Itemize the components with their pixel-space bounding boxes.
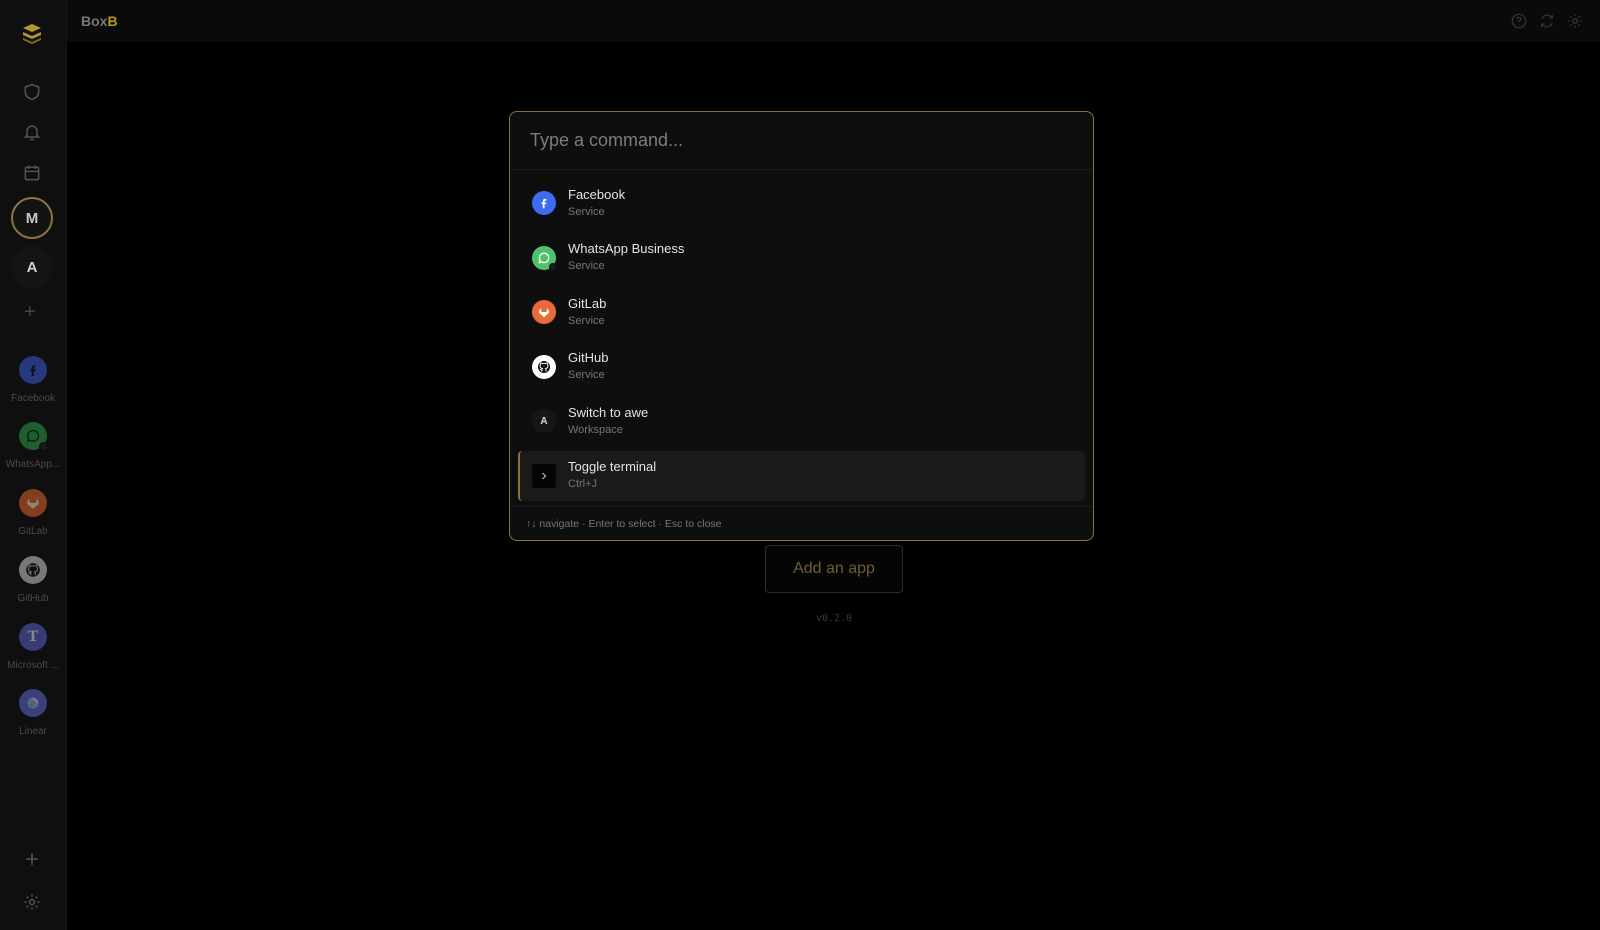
sidebar-app-facebook[interactable]: Facebook — [0, 356, 66, 404]
facebook-icon — [532, 191, 556, 215]
gitlab-icon — [19, 489, 47, 517]
command-subtitle: Service — [568, 314, 605, 327]
command-title: Facebook — [568, 186, 626, 202]
sidebar-app-whatsapp[interactable]: WhatsApp... — [0, 422, 66, 470]
command-subtitle: Workspace — [568, 423, 623, 436]
app-title: BoxB — [81, 13, 118, 29]
whatsapp-icon — [19, 422, 48, 451]
sidebar-app-label: GitLab — [18, 526, 48, 537]
workspace-initial: A — [540, 415, 548, 427]
command-palette: Facebook Service WhatsApp Business Servi… — [509, 111, 1094, 541]
facebook-icon — [19, 356, 47, 384]
help-icon[interactable] — [1510, 12, 1528, 30]
app-title-prefix: Box — [81, 13, 108, 29]
sidebar-app-linear[interactable]: Linear — [0, 689, 66, 737]
sidebar: M A + Facebook WhatsApp... GitLab GitHub… — [0, 0, 67, 930]
workspace-a-button[interactable]: A — [11, 246, 53, 288]
command-subtitle: Service — [568, 260, 605, 272]
command-title: Switch to awe — [568, 404, 649, 420]
command-item-toggle-terminal[interactable]: Toggle terminal Ctrl+J — [518, 450, 1085, 501]
palette-footer-hint: ↑↓ navigate · Enter to select · Esc to c… — [510, 506, 1093, 540]
command-list: Facebook Service WhatsApp Business Servi… — [518, 178, 1085, 505]
sidebar-app-teams[interactable]: T Microsoft ... — [0, 623, 66, 671]
sidebar-app-label: GitHub — [17, 593, 49, 604]
bell-icon[interactable] — [22, 122, 42, 142]
github-icon — [532, 354, 556, 379]
whatsapp-icon — [532, 245, 557, 271]
command-input[interactable] — [510, 112, 1093, 170]
refresh-icon[interactable] — [1538, 12, 1556, 30]
sidebar-app-label: Facebook — [11, 393, 55, 404]
teams-icon: T — [19, 623, 47, 651]
command-subtitle: Service — [568, 205, 605, 218]
settings-icon[interactable] — [22, 892, 42, 912]
add-app-button[interactable]: Add an app — [765, 545, 903, 593]
sidebar-app-label: WhatsApp... — [5, 459, 61, 470]
workspace-a-icon: A — [532, 409, 556, 433]
command-item-github[interactable]: GitHub Service — [518, 342, 1085, 392]
workspace-initial: A — [26, 258, 38, 276]
command-item-facebook[interactable]: Facebook Service — [518, 178, 1085, 228]
command-item-gitlab[interactable]: GitLab Service — [518, 287, 1085, 337]
command-item-whatsapp-business[interactable]: WhatsApp Business Service — [518, 233, 1085, 283]
command-title: WhatsApp Business — [568, 241, 685, 256]
app-title-accent: B — [107, 13, 118, 29]
linear-icon — [19, 689, 47, 717]
gitlab-icon — [532, 300, 556, 324]
command-title: Toggle terminal — [568, 459, 657, 474]
command-title: GitLab — [568, 295, 607, 311]
workspace-initial: M — [25, 209, 39, 227]
topbar: BoxB — [67, 0, 1600, 42]
settings-icon[interactable] — [1566, 12, 1584, 30]
workspace-m-button[interactable]: M — [11, 197, 53, 239]
add-workspace-button[interactable]: + — [24, 302, 36, 322]
sidebar-app-gitlab[interactable]: GitLab — [0, 489, 66, 537]
sidebar-app-label: Microsoft ... — [7, 660, 59, 671]
shield-icon[interactable] — [22, 82, 42, 102]
command-shortcut: Ctrl+J — [568, 478, 598, 490]
calendar-icon[interactable] — [22, 163, 42, 183]
github-icon — [19, 556, 47, 584]
version-label: v0.2.0 — [815, 613, 853, 624]
command-item-switch-workspace[interactable]: A Switch to awe Workspace — [518, 396, 1085, 446]
sidebar-app-github[interactable]: GitHub — [0, 556, 66, 604]
plus-icon[interactable] — [22, 849, 42, 869]
command-subtitle: Service — [568, 369, 605, 381]
chevron-right-icon — [532, 463, 556, 488]
sidebar-app-label: Linear — [19, 726, 47, 737]
app-logo-icon[interactable] — [20, 22, 44, 46]
command-title: GitHub — [568, 350, 609, 365]
